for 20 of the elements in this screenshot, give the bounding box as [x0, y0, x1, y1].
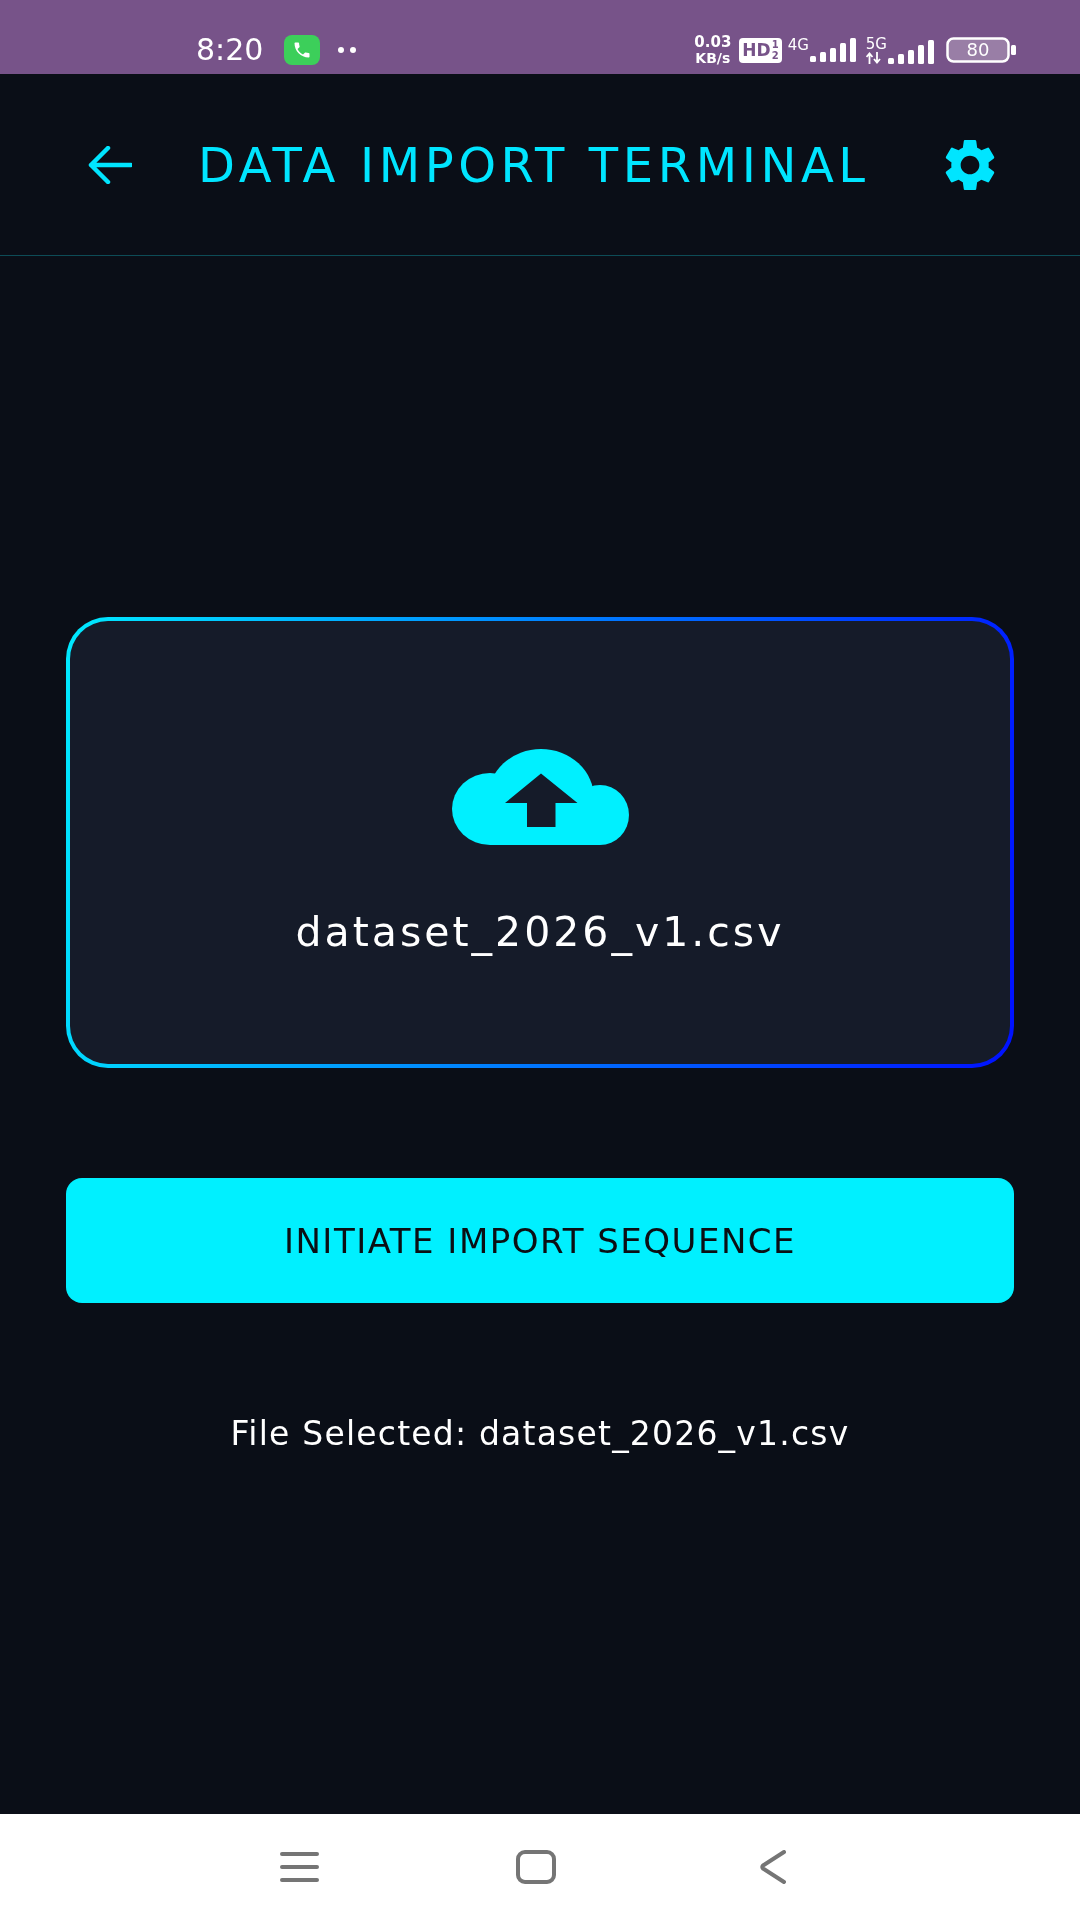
signal-bars-icon [809, 38, 856, 62]
network-speed: 0.03 KB/s [694, 35, 732, 65]
network-type-label: 4G [787, 38, 809, 53]
screen-title: DATA IMPORT TERMINAL [198, 140, 870, 189]
settings-icon[interactable] [944, 138, 996, 191]
signal-bars-icon [888, 39, 934, 64]
import-button[interactable]: INITIATE IMPORT SEQUENCE [66, 1178, 1014, 1303]
back-arrow-icon[interactable] [88, 145, 132, 184]
data-arrows-icon [865, 51, 881, 64]
file-name: dataset_2026_v1.csv [295, 907, 785, 957]
menu-icon[interactable] [280, 1851, 319, 1883]
network-type-label: 5G [865, 36, 887, 52]
cloud-upload-icon [451, 749, 629, 845]
battery-indicator: 80 [946, 37, 1016, 63]
notification-dots-icon [338, 47, 357, 53]
file-status-text: File Selected: dataset_2026_v1.csv [230, 1413, 850, 1454]
home-square-icon[interactable] [516, 1850, 556, 1884]
status-time: 8:20 [196, 35, 264, 65]
back-icon[interactable] [760, 1850, 786, 1884]
phone-app-icon [284, 35, 321, 65]
